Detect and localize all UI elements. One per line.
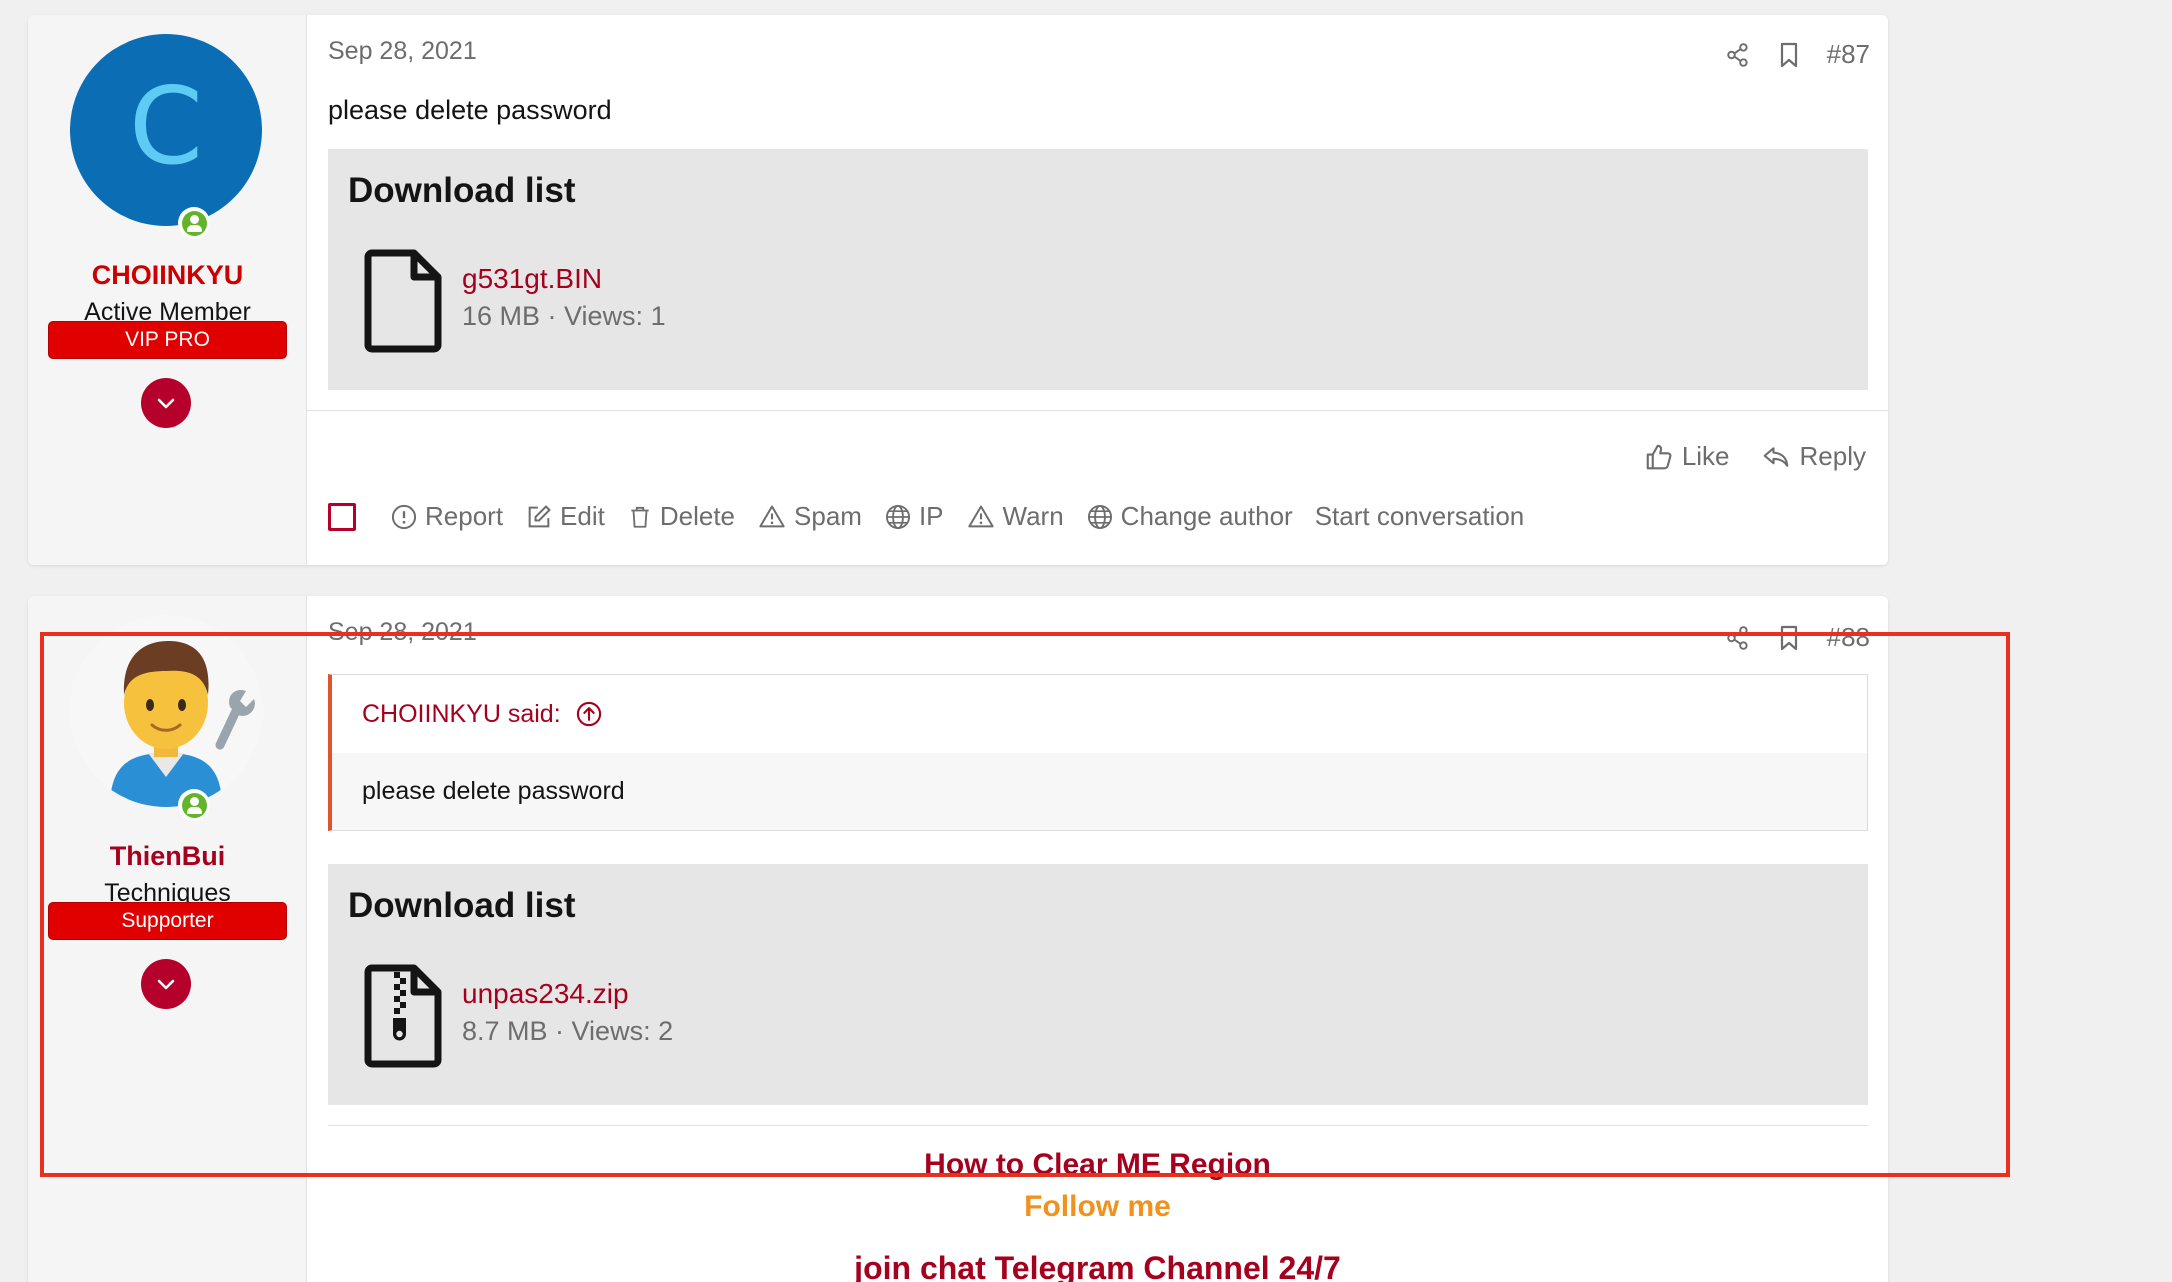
quote-author[interactable]: CHOIINKYU said: — [362, 700, 561, 729]
post-message: please delete password — [328, 95, 612, 125]
attachment-meta: 8.7 MB · Views: 2 — [462, 1016, 674, 1046]
reply-label: Reply — [1799, 441, 1866, 471]
online-status-icon — [178, 789, 210, 821]
edit-button[interactable]: Edit — [525, 501, 605, 532]
report-button[interactable]: Report — [390, 501, 503, 532]
post-content: Sep 28, 2021 #87 please delete password … — [307, 15, 1888, 565]
file-icon[interactable] — [364, 249, 442, 353]
arrow-up-circle-icon[interactable] — [575, 700, 603, 728]
user-sidebar: C CHOIINKYU Active Member VIP PRO — [28, 15, 307, 565]
edit-icon — [528, 505, 551, 527]
post-date[interactable]: Sep 28, 2021 — [328, 618, 477, 647]
reaction-bar: Like Reply — [1644, 441, 1866, 472]
like-button[interactable]: Like — [1644, 441, 1730, 472]
attachment-meta: 16 MB · Views: 1 — [462, 301, 666, 331]
avatar[interactable]: C — [70, 34, 262, 226]
attachment-link[interactable]: g531gt.BIN — [462, 263, 602, 295]
alert-circle-icon — [391, 504, 417, 529]
download-list-title: Download list — [348, 886, 576, 925]
user-banner: Supporter — [48, 902, 287, 940]
signature-telegram-link[interactable]: join chat Telegram Channel 24/7 — [307, 1250, 1888, 1282]
zip-file-icon[interactable] — [364, 964, 442, 1068]
expand-user-info-button[interactable] — [141, 959, 191, 1009]
start-conversation-button[interactable]: Start conversation — [1315, 501, 1525, 532]
change-author-button[interactable]: Change author — [1086, 501, 1293, 532]
share-icon[interactable] — [1725, 42, 1751, 68]
reply-button[interactable]: Reply — [1760, 441, 1866, 472]
ip-button[interactable]: IP — [884, 501, 944, 532]
user-banner: VIP PRO — [48, 321, 287, 359]
globe-icon — [885, 504, 910, 529]
delete-label: Delete — [659, 501, 736, 531]
user-sidebar: ThienBui Techniques Supporter — [28, 596, 307, 1282]
chevron-down-icon — [157, 398, 175, 409]
bookmark-icon[interactable] — [1777, 41, 1801, 69]
report-label: Report — [425, 501, 504, 531]
change-author-label: Change author — [1120, 501, 1293, 531]
reply-icon — [1763, 446, 1788, 467]
online-status-icon — [178, 207, 210, 239]
quote-header[interactable]: CHOIINKYU said: — [332, 675, 1867, 753]
quote-block: CHOIINKYU said: please delete password — [328, 674, 1868, 831]
globe-icon — [1087, 504, 1112, 529]
username-label: ThienBui — [109, 841, 226, 871]
attachment-link[interactable]: unpas234.zip — [462, 978, 629, 1010]
spam-button[interactable]: Spam — [757, 501, 862, 532]
post-meta-actions: #87 — [1725, 39, 1870, 70]
warning-triangle-icon — [967, 505, 994, 527]
post-number-link[interactable]: #87 — [1827, 39, 1870, 70]
expand-user-info-button[interactable] — [141, 378, 191, 428]
warn-button[interactable]: Warn — [966, 501, 1064, 532]
post-88: ThienBui Techniques Supporter Sep 28, 20… — [28, 596, 1888, 1282]
moderator-actions: Report Edit Delete Spam IP Warn Change a… — [328, 501, 1524, 532]
quote-text: please delete password — [332, 753, 1867, 830]
mechanic-avatar-image — [70, 615, 262, 807]
thumbs-up-icon — [1646, 444, 1672, 469]
post-number-link[interactable]: #88 — [1827, 622, 1870, 653]
username[interactable]: ThienBui — [28, 841, 307, 872]
delete-button[interactable]: Delete — [627, 501, 735, 532]
trash-icon — [631, 506, 649, 528]
username[interactable]: CHOIINKYU — [28, 260, 307, 291]
like-label: Like — [1681, 441, 1730, 471]
bookmark-icon[interactable] — [1777, 624, 1801, 652]
spam-label: Spam — [794, 501, 862, 531]
post-meta-actions: #88 — [1725, 622, 1870, 653]
avatar-letter: C — [128, 65, 203, 188]
signature-link-clear-me[interactable]: How to Clear ME Region — [307, 1148, 1888, 1182]
warn-label: Warn — [1002, 501, 1064, 531]
divider — [307, 410, 1888, 411]
signature-divider — [328, 1125, 1868, 1126]
download-list: Download list unpas234.zip 8.7 MB · View… — [328, 864, 1868, 1105]
chevron-down-icon — [157, 979, 175, 990]
post-87: C CHOIINKYU Active Member VIP PRO Sep 28… — [28, 15, 1888, 565]
ip-label: IP — [918, 501, 944, 531]
warning-triangle-icon — [759, 505, 785, 527]
download-list: Download list g531gt.BIN 16 MB · Views: … — [328, 149, 1868, 390]
post-content: Sep 28, 2021 #88 CHOIINKYU said: please … — [307, 596, 1888, 1282]
signature-follow-me[interactable]: Follow me — [307, 1190, 1888, 1224]
post-date[interactable]: Sep 28, 2021 — [328, 37, 477, 66]
select-post-checkbox[interactable] — [328, 502, 356, 531]
start-conversation-label: Start conversation — [1314, 501, 1525, 531]
share-icon[interactable] — [1725, 625, 1751, 651]
avatar[interactable] — [70, 615, 262, 807]
download-list-title: Download list — [348, 171, 576, 210]
edit-label: Edit — [560, 501, 605, 531]
